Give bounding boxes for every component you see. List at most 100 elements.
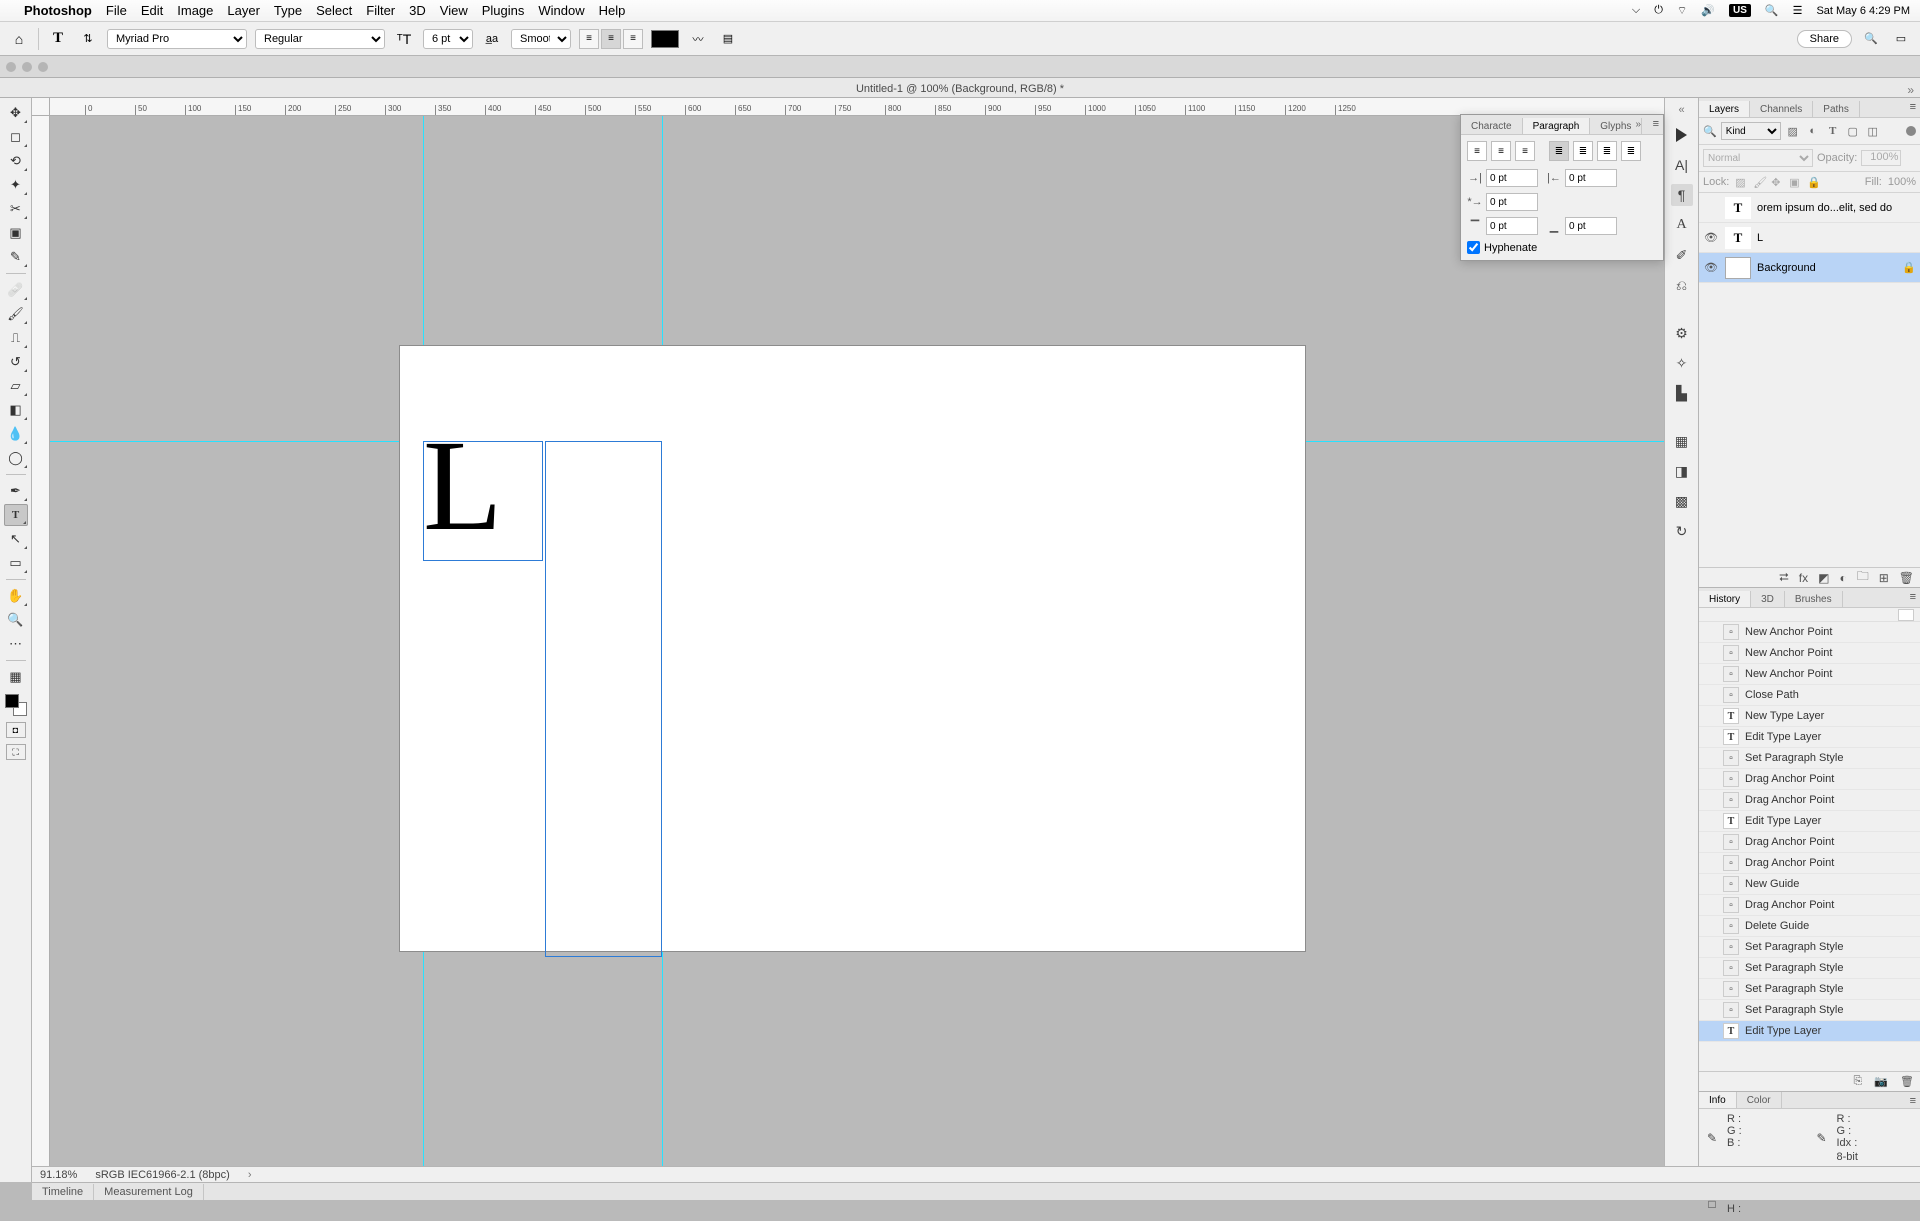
quickmask-icon[interactable]: ◘ (6, 722, 26, 738)
bluetooth-icon[interactable]: ⌵ (1632, 4, 1640, 17)
ruler-vertical[interactable] (32, 116, 50, 1182)
delete-state-icon[interactable]: 🗑 (1900, 1075, 1914, 1088)
tab-paths[interactable]: Paths (1813, 101, 1860, 117)
doc-profile[interactable]: sRGB IEC61966-2.1 (8bpc) (95, 1169, 230, 1181)
filter-adjust-icon[interactable]: ◐ (1805, 123, 1821, 139)
search-icon[interactable]: 🔍 (1860, 28, 1882, 50)
window-close-icon[interactable] (6, 62, 16, 72)
para-align-right[interactable]: ≡ (1515, 141, 1535, 161)
layer-name[interactable]: L (1757, 232, 1763, 244)
app-name[interactable]: Photoshop (24, 3, 92, 18)
align-center-button[interactable]: ≡ (601, 29, 621, 49)
para-justify-right[interactable]: ≣ (1597, 141, 1617, 161)
input-source[interactable]: US (1729, 4, 1751, 17)
align-right-button[interactable]: ≡ (623, 29, 643, 49)
history-state[interactable]: ▫Set Paragraph Style (1699, 979, 1920, 1000)
history-state[interactable]: ▫Drag Anchor Point (1699, 790, 1920, 811)
first-line-field[interactable] (1486, 193, 1538, 211)
para-align-left[interactable]: ≡ (1467, 141, 1487, 161)
ruler-origin[interactable] (32, 98, 50, 116)
frame-tool[interactable]: ▣ (4, 222, 28, 244)
layer-fx-icon[interactable]: fx (1799, 571, 1808, 585)
fill-field[interactable]: 100% (1888, 176, 1916, 188)
volume-icon[interactable]: 🔊 (1701, 4, 1715, 17)
history-state[interactable]: TEdit Type Layer (1699, 1021, 1920, 1042)
zoom-tool[interactable]: 🔍 (4, 609, 28, 631)
canvas[interactable] (400, 346, 1305, 951)
tab-character[interactable]: Characte (1461, 118, 1523, 134)
text-bounding-box-2[interactable] (545, 441, 662, 957)
menu-filter[interactable]: Filter (366, 3, 395, 18)
lock-artboard-icon[interactable]: ▣ (1789, 176, 1801, 188)
menu-file[interactable]: File (106, 3, 127, 18)
panel-menu-icon[interactable]: ≡ (1910, 591, 1916, 603)
tab-channels[interactable]: Channels (1750, 101, 1813, 117)
lock-pixels-icon[interactable]: 🖌 (1753, 176, 1765, 188)
menu-view[interactable]: View (440, 3, 468, 18)
menu-help[interactable]: Help (599, 3, 626, 18)
layer-row[interactable]: 👁Background🔒 (1699, 253, 1920, 283)
panel-menu-icon[interactable]: ≡ (1653, 118, 1659, 130)
history-snapshot-thumb[interactable] (1898, 609, 1914, 621)
snapshot-icon[interactable]: 📷 (1874, 1075, 1888, 1088)
layer-name[interactable]: Background (1757, 262, 1816, 274)
more-tools[interactable]: ⋯ (4, 633, 28, 655)
tab-color[interactable]: Color (1737, 1092, 1782, 1108)
fg-bg-colors[interactable] (5, 694, 27, 716)
filter-pixel-icon[interactable]: ▨ (1785, 123, 1801, 139)
share-button[interactable]: Share (1797, 30, 1852, 48)
font-family-select[interactable]: Myriad Pro (107, 29, 247, 49)
history-state[interactable]: ▫New Guide (1699, 874, 1920, 895)
menu-3d[interactable]: 3D (409, 3, 426, 18)
hyphenate-checkbox[interactable] (1467, 241, 1480, 254)
crop-tool[interactable]: ✂ (4, 198, 28, 220)
filter-toggle[interactable] (1906, 126, 1916, 136)
wifi-icon[interactable]: ⌔ (1677, 4, 1687, 18)
menu-plugins[interactable]: Plugins (482, 3, 525, 18)
opacity-field[interactable]: 100% (1861, 150, 1901, 166)
move-tool[interactable]: ✥ (4, 102, 28, 124)
edit-toolbar-icon[interactable]: ▦ (4, 666, 28, 688)
create-document-icon[interactable]: ⎘ (1854, 1075, 1863, 1088)
playback-icon[interactable]: ⏻ (1654, 4, 1663, 17)
history-state[interactable]: ▫Set Paragraph Style (1699, 1000, 1920, 1021)
filter-shape-icon[interactable]: ▢ (1845, 123, 1861, 139)
indent-left-field[interactable] (1486, 169, 1538, 187)
adjustments-icon[interactable]: ⚙ (1671, 322, 1693, 344)
layer-row[interactable]: Torem ipsum do...elit, sed do (1699, 193, 1920, 223)
tab-history[interactable]: History (1699, 591, 1751, 607)
link-layers-icon[interactable]: ⮂ (1779, 570, 1789, 585)
menu-image[interactable]: Image (177, 3, 213, 18)
screenmode-icon[interactable]: ⛶ (6, 744, 26, 760)
actions-play-icon[interactable] (1676, 128, 1687, 142)
history-state[interactable]: ▫New Anchor Point (1699, 643, 1920, 664)
menu-edit[interactable]: Edit (141, 3, 163, 18)
character-panel-icon[interactable]: A| (1671, 154, 1693, 176)
type-tool-icon[interactable]: T (47, 28, 69, 50)
history-state[interactable]: TEdit Type Layer (1699, 727, 1920, 748)
antialias-select[interactable]: Smooth (511, 29, 571, 49)
history-state[interactable]: ▫Set Paragraph Style (1699, 958, 1920, 979)
new-layer-icon[interactable]: ⊞ (1879, 571, 1889, 585)
stamp-tool[interactable]: ⎍ (4, 327, 28, 349)
paragraph-panel-icon[interactable]: ▤ (717, 28, 739, 50)
font-size-select[interactable]: 6 pt (423, 29, 473, 49)
tab-measurement-log[interactable]: Measurement Log (94, 1184, 204, 1200)
search-icon[interactable]: 🔍 (1703, 125, 1717, 138)
clone-source-icon[interactable]: ⎌ (1671, 274, 1693, 296)
brush-settings-icon[interactable]: ✐ (1671, 244, 1693, 266)
delete-layer-icon[interactable]: 🗑 (1899, 571, 1914, 585)
pen-tool[interactable]: ✒ (4, 480, 28, 502)
history-state[interactable]: ▫Delete Guide (1699, 916, 1920, 937)
history-state[interactable]: ▫Close Path (1699, 685, 1920, 706)
lasso-tool[interactable]: ⟲ (4, 150, 28, 172)
filter-smart-icon[interactable]: ◫ (1865, 123, 1881, 139)
control-center-icon[interactable]: ☰ (1793, 4, 1803, 17)
history-state[interactable]: ▫New Anchor Point (1699, 622, 1920, 643)
font-weight-select[interactable]: Regular (255, 29, 385, 49)
history-state[interactable]: ▫Set Paragraph Style (1699, 748, 1920, 769)
swatches-icon[interactable]: ▦ (1671, 430, 1693, 452)
menu-window[interactable]: Window (538, 3, 584, 18)
history-state[interactable]: ▫Drag Anchor Point (1699, 832, 1920, 853)
filter-type-icon[interactable]: T (1825, 123, 1841, 139)
